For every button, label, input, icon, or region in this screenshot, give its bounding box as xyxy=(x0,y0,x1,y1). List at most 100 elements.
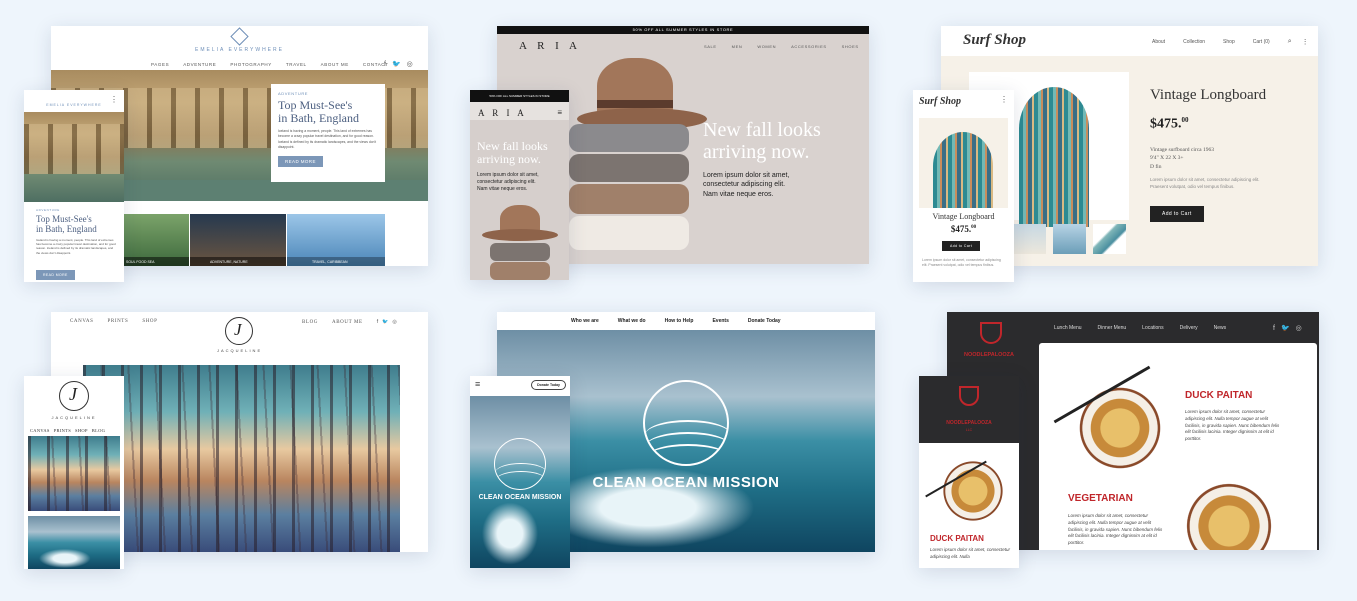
ocean-logo-icon xyxy=(643,380,729,466)
aria-mobile-body-line2: consectetur adipiscing elit. xyxy=(477,178,536,185)
emelia-feature-box: ADVENTURE Top Must-See's in Bath, Englan… xyxy=(271,84,385,182)
noodle-mobile-dish-title: DUCK PAITAN xyxy=(930,534,984,543)
aria-logo[interactable]: A R I A xyxy=(519,40,581,52)
facebook-icon[interactable]: f xyxy=(384,61,386,68)
nav-item-travel[interactable]: TRAVEL xyxy=(286,62,307,67)
ocean-nav-events[interactable]: Events xyxy=(712,318,728,324)
aria-mobile-logo[interactable]: A R I A xyxy=(478,108,527,118)
ocean-mobile-title: CLEAN OCEAN MISSION xyxy=(478,494,562,501)
dish1-title: DUCK PAITAN xyxy=(1185,390,1253,401)
add-to-cart-button[interactable]: Add to Cart xyxy=(1150,206,1204,222)
aria-nav-shoes[interactable]: SHOES xyxy=(842,44,859,49)
nav-item-adventure[interactable]: ADVENTURE xyxy=(183,62,216,67)
twitter-icon[interactable]: 🐦 xyxy=(392,60,401,68)
jac-logo-letter: J xyxy=(234,320,242,339)
mobile-read-more-button[interactable]: READ MORE xyxy=(36,269,75,280)
nav-item-photography[interactable]: PHOTOGRAPHY xyxy=(230,62,272,67)
jac-nav-blog[interactable]: BLOG xyxy=(302,320,318,325)
surf-nav-cart[interactable]: Cart (0) xyxy=(1253,39,1270,45)
jac-mobile-painting-1[interactable] xyxy=(28,436,120,511)
noodle-mobile-card[interactable]: NOODLEPALOOZA LLC DUCK PAITAN Lorem ipsu… xyxy=(919,376,1019,568)
jac-nav-prints[interactable]: PRINTS xyxy=(108,319,129,324)
thumb-label-1: SOUL FOOD SEA xyxy=(123,257,189,266)
more-vert-icon[interactable]: ⋮ xyxy=(1302,38,1309,46)
emelia-mobile-body: Iceland is having a moment, people. This… xyxy=(36,237,116,255)
jac-logo[interactable]: J JACQUELINE xyxy=(217,317,260,353)
thumb-image-2[interactable]: ADVENTURE, NATURE xyxy=(190,214,286,266)
jac-nav-canvas[interactable]: CANVAS xyxy=(70,319,94,324)
thumb-label-2: ADVENTURE, NATURE xyxy=(190,257,286,266)
noodle-twitter-icon[interactable]: 🐦 xyxy=(1281,324,1290,332)
aria-nav-accessories[interactable]: ACCESSORIES xyxy=(791,44,827,49)
jac-mobile-logo-circle[interactable]: J xyxy=(59,381,89,411)
noodle-facebook-icon[interactable]: f xyxy=(1273,325,1275,332)
mobile-add-to-cart-button[interactable]: Add to Cart xyxy=(942,241,981,251)
noodle-nav-locations[interactable]: Locations xyxy=(1142,325,1163,331)
aria-nav-men[interactable]: MEN xyxy=(732,44,743,49)
noodle-nav-news[interactable]: News xyxy=(1214,325,1227,331)
ocean-mobile-card[interactable]: ≡ Donate Today CLEAN OCEAN MISSION xyxy=(470,376,570,568)
noodle-nav-lunch[interactable]: Lunch Menu xyxy=(1054,325,1082,331)
jac-mobile-nav-shop[interactable]: SHOP xyxy=(75,428,88,433)
surf-nav-collection[interactable]: Collection xyxy=(1183,39,1205,45)
noodle-mobile-brand[interactable]: NOODLEPALOOZA xyxy=(919,420,1019,426)
emelia-mobile-card[interactable]: EMELIA EVERYWHERE ⋮ ADVENTURE Top Must-S… xyxy=(24,90,124,282)
jac-facebook-icon[interactable]: f xyxy=(377,319,378,325)
surf-mobile-card[interactable]: Surf Shop ⋮ Vintage Longboard $475.00 Ad… xyxy=(913,90,1014,282)
duck-paitan-bowl-image xyxy=(1074,383,1166,473)
aria-headline-line1: New fall looks xyxy=(703,119,821,141)
jac-mobile-nav-canvas[interactable]: CANVAS xyxy=(30,428,50,433)
noodle-nav-dinner[interactable]: Dinner Menu xyxy=(1098,325,1127,331)
ocean-nav-help[interactable]: How to Help xyxy=(665,318,694,324)
noodle-nav-delivery[interactable]: Delivery xyxy=(1180,325,1198,331)
product-thumb-3[interactable] xyxy=(1093,224,1126,254)
emelia-mobile-logo: EMELIA EVERYWHERE xyxy=(46,103,102,107)
aria-mobile-hat-image xyxy=(478,205,562,280)
search-icon[interactable]: ⌕ xyxy=(1288,38,1292,46)
emelia-nav: PAGES ADVENTURE PHOTOGRAPHY TRAVEL ABOUT… xyxy=(151,62,389,67)
product-spec-3: D fin xyxy=(1150,163,1162,170)
instagram-icon[interactable]: ◎ xyxy=(407,60,413,68)
jac-twitter-icon[interactable]: 🐦 xyxy=(382,319,388,325)
jacqueline-mobile-card[interactable]: J JACQUELINE CANVAS PRINTS SHOP BLOG xyxy=(24,376,124,569)
product-thumb-1[interactable] xyxy=(1013,224,1046,254)
aria-nav-sale[interactable]: SALE xyxy=(704,44,717,49)
noodle-mobile-bowl-icon xyxy=(959,386,979,406)
noodle-menu-panel: DUCK PAITAN Lorem ipsum dolor sit amet, … xyxy=(1039,343,1317,550)
surf-nav-shop[interactable]: Shop xyxy=(1223,39,1235,45)
aria-mobile-card[interactable]: 50% OFF ALL SUMMER STYLES IN STORE A R I… xyxy=(470,90,569,280)
ocean-mobile-donate-button[interactable]: Donate Today xyxy=(531,380,566,390)
product-spec-2: 9'4" X 22 X 3+ xyxy=(1150,155,1184,162)
ocean-mobile-menu-icon[interactable]: ≡ xyxy=(475,379,480,389)
nav-item-pages[interactable]: PAGES xyxy=(151,62,169,67)
thumb-image-1[interactable]: SOUL FOOD SEA xyxy=(123,214,189,266)
product-thumb-2[interactable] xyxy=(1053,224,1086,254)
surf-mobile-logo[interactable]: Surf Shop xyxy=(919,96,961,107)
read-more-button[interactable]: READ MORE xyxy=(278,155,323,167)
jac-nav-shop[interactable]: SHOP xyxy=(142,319,157,324)
jac-nav-about[interactable]: ABOUT ME xyxy=(332,320,363,325)
emelia-mobile-title-line2: in Bath, England xyxy=(36,224,97,235)
noodle-brand[interactable]: NOODLEPALOOZA xyxy=(964,352,1014,358)
aria-nav-women[interactable]: WOMEN xyxy=(757,44,776,49)
jac-mobile-nav-prints[interactable]: PRINTS xyxy=(54,428,71,433)
surf-mobile-price-cents: 00 xyxy=(971,225,977,230)
surf-mobile-price: $475.00 xyxy=(913,224,1014,234)
noodle-instagram-icon[interactable]: ◎ xyxy=(1296,324,1302,332)
emelia-title: Top Must-See's in Bath, England xyxy=(278,98,378,125)
hamburger-menu-icon[interactable]: ≡ xyxy=(557,108,562,117)
jac-instagram-icon[interactable]: ◎ xyxy=(392,319,396,325)
surf-mobile-menu-icon[interactable]: ⋮ xyxy=(1000,95,1008,104)
surf-nav-about[interactable]: About xyxy=(1152,39,1165,45)
ocean-nav-who[interactable]: Who we are xyxy=(571,318,599,324)
emelia-logo[interactable]: EMELIA EVERYWHERE xyxy=(51,47,428,53)
thumb-image-3[interactable]: TRAVEL, CARIBBEAN xyxy=(287,214,385,266)
dish1-body: Lorem ipsum dolor sit amet, consectetur … xyxy=(1185,409,1280,441)
more-menu-icon[interactable]: ⋮ xyxy=(110,95,118,104)
surf-logo[interactable]: Surf Shop xyxy=(963,32,1026,49)
ocean-nav-donate[interactable]: Donate Today xyxy=(748,318,781,324)
nav-item-about[interactable]: ABOUT ME xyxy=(321,62,349,67)
ocean-nav-what[interactable]: What we do xyxy=(618,318,646,324)
jac-mobile-painting-2[interactable] xyxy=(28,516,120,569)
jac-mobile-nav-blog[interactable]: BLOG xyxy=(92,428,105,433)
